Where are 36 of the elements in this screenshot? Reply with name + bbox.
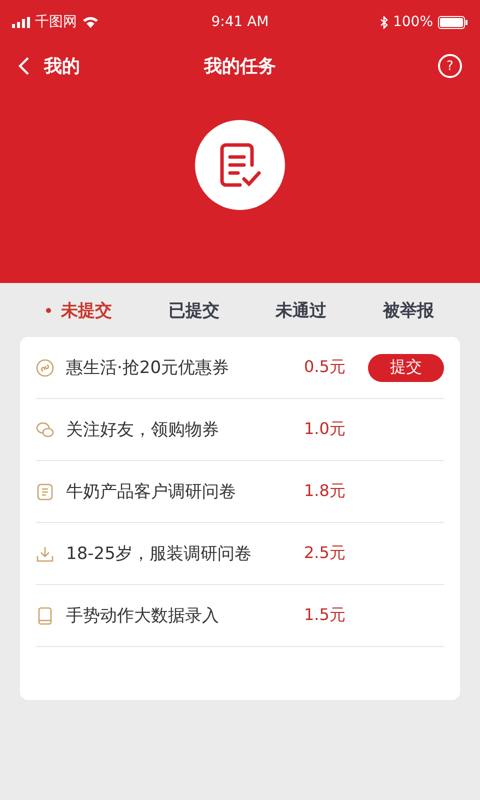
- battery-percent: 100%: [392, 14, 433, 30]
- carrier-name: 千图网: [35, 13, 77, 31]
- task-title: 手势动作大数据录入: [66, 605, 220, 627]
- help-button[interactable]: ?: [438, 54, 462, 78]
- task-reward: 2.5元: [304, 543, 346, 564]
- page-title: 我的任务: [202, 55, 277, 78]
- status-time: 9:41 AM: [210, 14, 270, 30]
- task-item[interactable]: 手势动作大数据录入 1.5元: [36, 585, 444, 647]
- task-title: 18-25岁，服装调研问卷: [66, 543, 252, 565]
- tab[interactable]: 未通过: [276, 298, 327, 322]
- tab[interactable]: 已提交: [168, 298, 220, 322]
- submit-button[interactable]: 提交: [368, 354, 444, 382]
- chat-icon: [36, 420, 54, 438]
- phone-icon: [36, 606, 54, 624]
- task-reward: 1.5元: [304, 605, 346, 626]
- task-title: 关注好友，领购物券: [66, 419, 220, 441]
- back-button[interactable]: 我的: [18, 54, 80, 78]
- tab[interactable]: 被举报: [382, 298, 434, 322]
- task-reward: 0.5元: [304, 357, 346, 378]
- download-icon: [36, 544, 54, 562]
- task-item[interactable]: 牛奶产品客户调研问卷 1.8元: [36, 461, 444, 523]
- battery-icon: [438, 16, 468, 28]
- task-item[interactable]: 关注好友，领购物券 1.0元: [36, 399, 444, 461]
- task-title: 牛奶产品客户调研问卷: [66, 481, 237, 503]
- task-item[interactable]: 18-25岁，服装调研问卷 2.5元: [36, 523, 444, 585]
- tab[interactable]: 未提交: [46, 298, 112, 322]
- document-icon: [36, 482, 54, 500]
- task-item[interactable]: 惠生活·抢20元优惠券 0.5元 提交: [36, 337, 444, 399]
- wifi-icon: [82, 16, 99, 28]
- bluetooth-icon: [380, 16, 388, 28]
- signal-icon: [12, 16, 30, 28]
- task-title: 惠生活·抢20元优惠券: [66, 357, 230, 379]
- back-icon: [18, 56, 30, 76]
- link-icon: [36, 358, 54, 376]
- task-reward: 1.8元: [304, 481, 346, 502]
- task-reward: 1.0元: [304, 419, 346, 440]
